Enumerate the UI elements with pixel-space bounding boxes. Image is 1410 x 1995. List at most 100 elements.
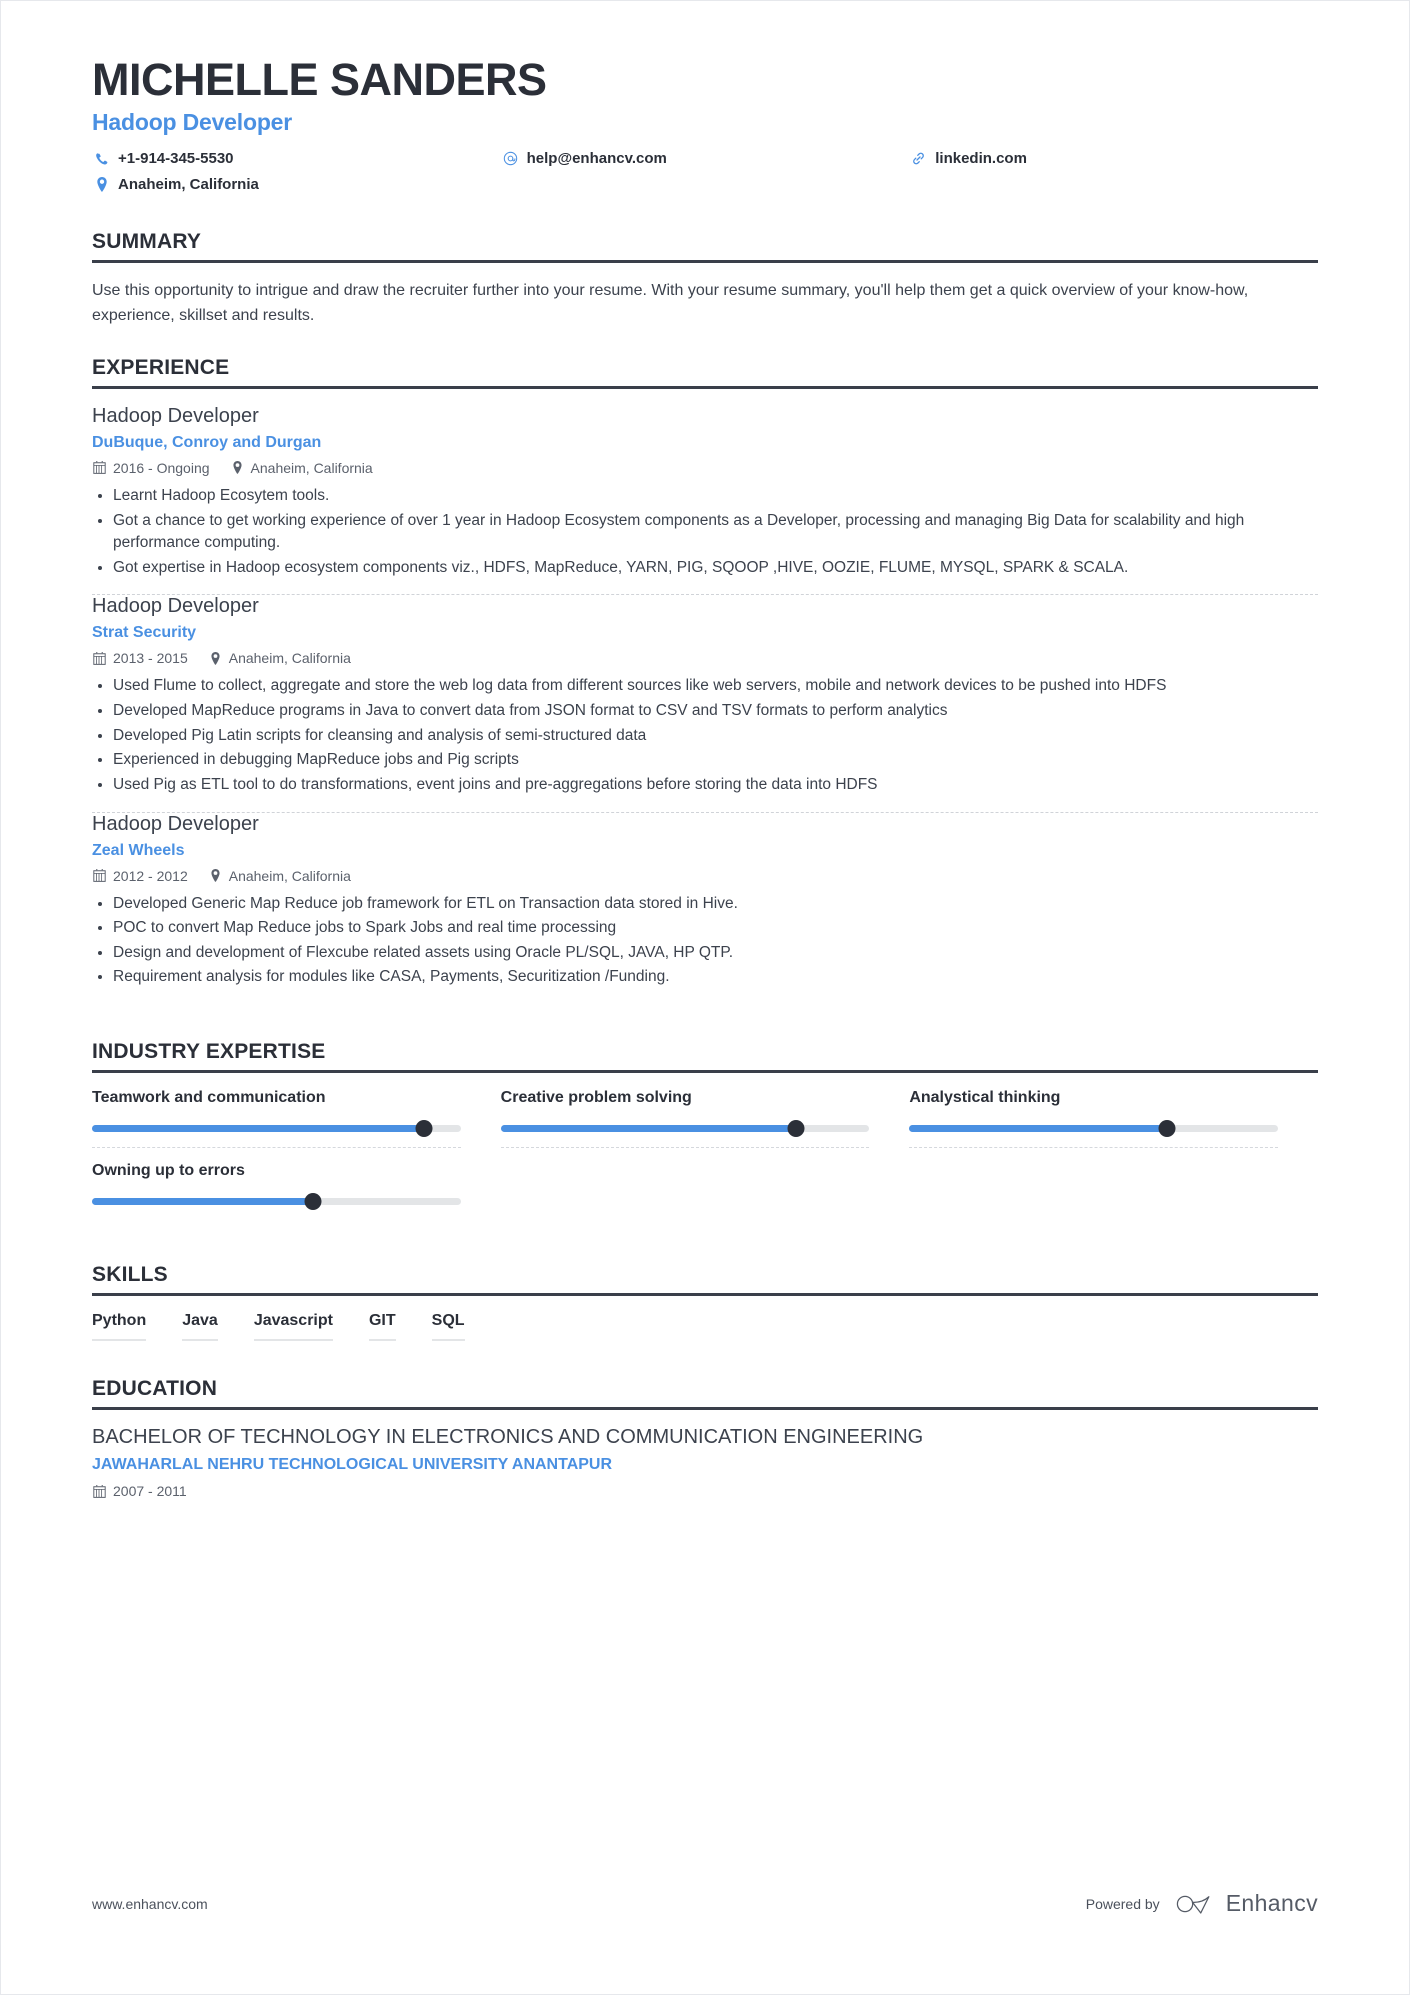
link-icon bbox=[909, 150, 928, 167]
education-degree: BACHELOR OF TECHNOLOGY IN ELECTRONICS AN… bbox=[92, 1426, 924, 1448]
education-dates: 2007 - 2011 bbox=[113, 1483, 187, 1499]
candidate-job-title: Hadoop Developer bbox=[92, 109, 293, 136]
expertise-slider[interactable] bbox=[92, 1120, 461, 1137]
footer-url[interactable]: www.enhancv.com bbox=[92, 1896, 208, 1912]
experience-bullets: Used Flume to collect, aggregate and sto… bbox=[92, 675, 1318, 796]
experience-bullets: Learnt Hadoop Ecosytem tools. Got a chan… bbox=[92, 485, 1318, 580]
bullet-item: Experienced in debugging MapReduce jobs … bbox=[92, 749, 1318, 772]
summary-rule bbox=[92, 260, 1318, 264]
skills-rule bbox=[92, 1293, 1318, 1296]
bullet-item: POC to convert Map Reduce jobs to Spark … bbox=[92, 917, 1318, 940]
education-heading: EDUCATION bbox=[92, 1377, 218, 1400]
experience-bullets: Developed Generic Map Reduce job framewo… bbox=[92, 893, 1318, 990]
contact-phone[interactable]: +1-914-345-5530 bbox=[92, 150, 501, 167]
expertise-item: Creative problem solving bbox=[500, 1089, 910, 1148]
slider-fill bbox=[500, 1125, 796, 1132]
experience-heading: EXPERIENCE bbox=[92, 355, 230, 379]
resume-page: MICHELLE SANDERS Hadoop Developer +1-914… bbox=[0, 0, 1410, 1995]
section-skills: SKILLS Python Java Javascript GIT SQL bbox=[92, 1263, 1318, 1341]
slider-knob[interactable] bbox=[1158, 1120, 1176, 1137]
contact-location-value: Anaheim, California bbox=[118, 176, 259, 194]
powered-by-label: Powered by bbox=[1085, 1895, 1160, 1912]
expertise-label: Creative problem solving bbox=[500, 1089, 692, 1106]
section-industry-expertise: INDUSTRY EXPERTISE Teamwork and communic… bbox=[92, 1040, 1318, 1235]
bullet-item: Got expertise in Hadoop ecosystem compon… bbox=[92, 557, 1318, 580]
location-icon bbox=[92, 176, 111, 193]
location-icon bbox=[208, 868, 223, 883]
resume-content: MICHELLE SANDERS Hadoop Developer +1-914… bbox=[0, 0, 1410, 1499]
experience-company[interactable]: Strat Security bbox=[92, 624, 1318, 642]
experience-meta: 2016 - Ongoing Anaheim, California bbox=[92, 460, 1318, 476]
slider-knob[interactable] bbox=[304, 1193, 322, 1210]
skills-heading: SKILLS bbox=[92, 1263, 168, 1286]
skill-chip: Javascript bbox=[253, 1312, 333, 1341]
experience-location: Anaheim, California bbox=[228, 650, 351, 667]
calendar-icon bbox=[92, 1484, 107, 1499]
skills-list: Python Java Javascript GIT SQL bbox=[92, 1312, 1318, 1341]
education-entry: BACHELOR OF TECHNOLOGY IN ELECTRONICS AN… bbox=[92, 1426, 1318, 1499]
summary-text: Use this opportunity to intrigue and dra… bbox=[92, 282, 1249, 324]
contact-email[interactable]: help@enhancv.com bbox=[501, 150, 910, 167]
education-rule bbox=[92, 1407, 1318, 1410]
skill-chip: GIT bbox=[368, 1312, 396, 1341]
bullet-item: Developed Generic Map Reduce job framewo… bbox=[92, 893, 1318, 916]
experience-location: Anaheim, California bbox=[250, 459, 373, 476]
bullet-item: Used Flume to collect, aggregate and sto… bbox=[92, 675, 1318, 698]
email-icon bbox=[501, 150, 520, 167]
summary-heading: SUMMARY bbox=[92, 230, 202, 254]
bullet-item: Learnt Hadoop Ecosytem tools. bbox=[92, 485, 1318, 508]
bullet-item: Design and development of Flexcube relat… bbox=[92, 942, 1318, 965]
section-education: EDUCATION BACHELOR OF TECHNOLOGY IN ELEC… bbox=[92, 1377, 1318, 1499]
slider-fill bbox=[909, 1125, 1168, 1132]
expertise-slider[interactable] bbox=[92, 1193, 461, 1210]
expertise-grid: Teamwork and communication Creative prob… bbox=[92, 1089, 1318, 1235]
experience-dates: 2013 - 2015 bbox=[113, 650, 188, 667]
experience-entry: Hadoop Developer DuBuque, Conroy and Dur… bbox=[92, 405, 1318, 595]
contact-location[interactable]: Anaheim, California bbox=[92, 176, 501, 193]
slider-knob[interactable] bbox=[415, 1120, 433, 1137]
expertise-label: Teamwork and communication bbox=[92, 1089, 326, 1106]
page-border-top bbox=[0, 0, 1410, 1]
location-icon bbox=[208, 651, 223, 666]
bullet-item: Developed MapReduce programs in Java to … bbox=[92, 700, 1318, 723]
experience-location: Anaheim, California bbox=[228, 867, 351, 884]
experience-meta: 2013 - 2015 Anaheim, California bbox=[92, 650, 1318, 666]
skill-chip: Java bbox=[182, 1312, 218, 1341]
experience-role: Hadoop Developer bbox=[92, 404, 259, 427]
slider-fill bbox=[92, 1125, 424, 1132]
calendar-icon bbox=[92, 460, 107, 475]
page-border-left bbox=[0, 0, 1, 1995]
education-meta: 2007 - 2011 bbox=[92, 1483, 1318, 1499]
expertise-label: Owning up to errors bbox=[92, 1162, 245, 1179]
footer-brand: Powered by Enhancv bbox=[1086, 1890, 1318, 1917]
location-icon bbox=[230, 460, 245, 475]
calendar-icon bbox=[92, 651, 107, 666]
contact-link[interactable]: linkedin.com bbox=[909, 150, 1318, 167]
resume-header: MICHELLE SANDERS Hadoop Developer +1-914… bbox=[92, 56, 1318, 202]
enhancv-logo-icon bbox=[1176, 1892, 1216, 1916]
education-school[interactable]: JAWAHARLAL NEHRU TECHNOLOGICAL UNIVERSIT… bbox=[92, 1456, 1318, 1474]
expertise-slider[interactable] bbox=[909, 1120, 1278, 1137]
page-footer: www.enhancv.com Powered by Enhancv bbox=[92, 1890, 1318, 1917]
skill-chip: SQL bbox=[431, 1312, 465, 1341]
slider-fill bbox=[92, 1198, 314, 1205]
expertise-item: Teamwork and communication bbox=[92, 1089, 501, 1148]
experience-company[interactable]: Zeal Wheels bbox=[92, 842, 1318, 860]
expertise-slider[interactable] bbox=[500, 1120, 870, 1137]
candidate-name: MICHELLE SANDERS bbox=[92, 54, 547, 105]
expertise-item: Owning up to errors bbox=[92, 1162, 501, 1221]
experience-entry: Hadoop Developer Zeal Wheels 2012 - 2012… bbox=[92, 813, 1318, 1005]
contact-phone-value: +1-914-345-5530 bbox=[118, 150, 234, 168]
experience-rule bbox=[92, 385, 1318, 389]
experience-company[interactable]: DuBuque, Conroy and Durgan bbox=[92, 434, 1318, 452]
slider-knob[interactable] bbox=[787, 1120, 805, 1137]
bullet-item: Got a chance to get working experience o… bbox=[92, 510, 1318, 555]
enhancv-brand-name: Enhancv bbox=[1225, 1890, 1318, 1916]
skill-chip: Python bbox=[92, 1312, 147, 1341]
experience-dates: 2012 - 2012 bbox=[113, 867, 188, 884]
experience-dates: 2016 - Ongoing bbox=[113, 459, 210, 476]
industry-expertise-rule bbox=[92, 1070, 1318, 1073]
industry-expertise-heading: INDUSTRY EXPERTISE bbox=[92, 1040, 326, 1063]
contact-list: +1-914-345-5530 help@enhancv.com linkedi… bbox=[92, 150, 1318, 202]
section-summary: SUMMARY Use this opportunity to intrigue… bbox=[92, 230, 1318, 328]
